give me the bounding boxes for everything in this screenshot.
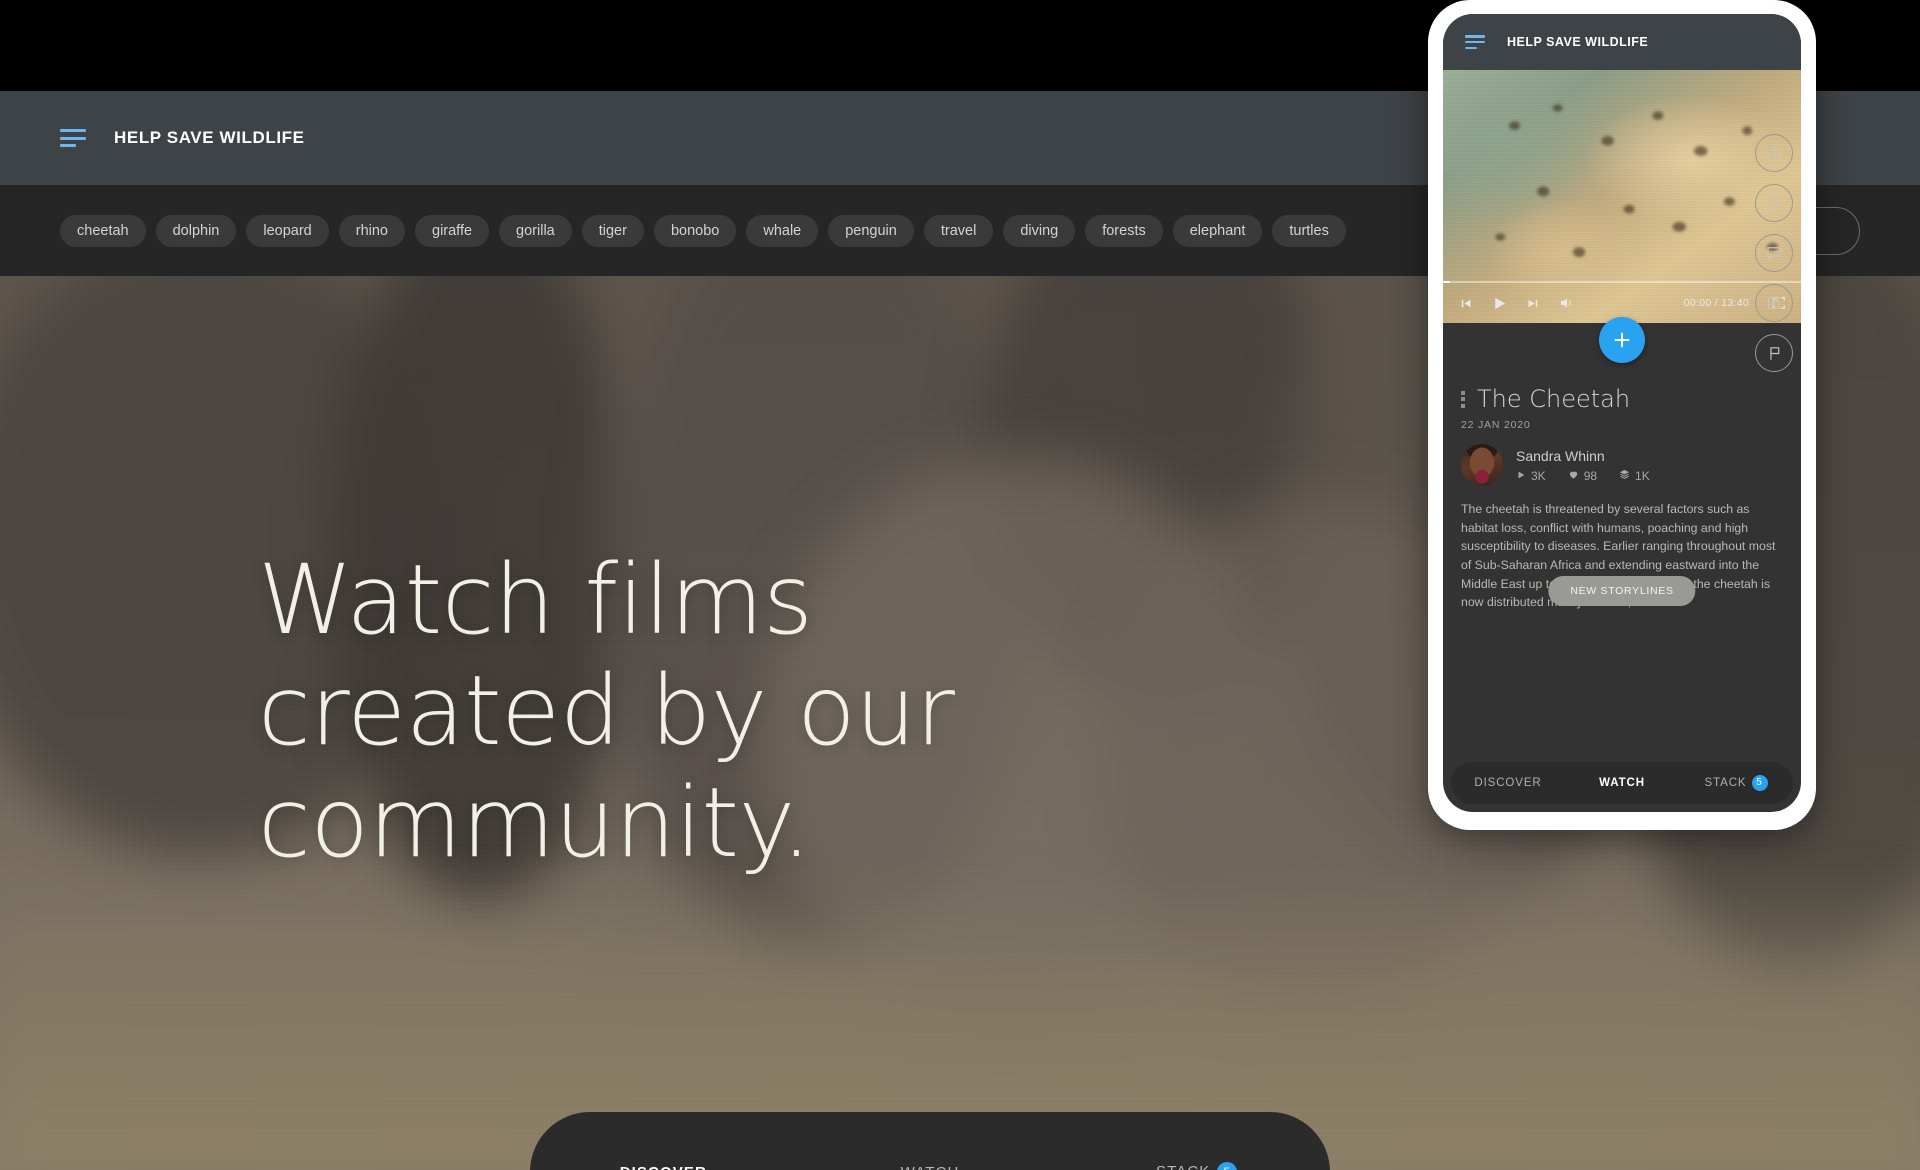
edit-icon[interactable] bbox=[1755, 284, 1793, 322]
bottom-nav-item-stack[interactable]: STACK 5 bbox=[1063, 1162, 1330, 1170]
story-date: 22 JAN 2020 bbox=[1461, 419, 1531, 431]
bottom-nav-label: WATCH bbox=[901, 1164, 960, 1170]
bottom-nav-label: DISCOVER bbox=[620, 1164, 707, 1170]
phone-stack-count-badge: 5 bbox=[1751, 775, 1768, 791]
avatar[interactable] bbox=[1461, 444, 1503, 486]
tag-pill[interactable]: elephant bbox=[1172, 214, 1263, 247]
tag-pill[interactable]: turtles bbox=[1272, 214, 1346, 247]
hero-headline-line-1: Watch films bbox=[258, 544, 813, 656]
tag-pill[interactable]: diving bbox=[1003, 214, 1076, 247]
hamburger-menu-icon[interactable] bbox=[1465, 35, 1485, 49]
views-count: 3K bbox=[1531, 468, 1546, 483]
tag-list: cheetah dolphin leopard rhino giraffe go… bbox=[60, 214, 1346, 247]
add-story-fab-button[interactable] bbox=[1599, 317, 1645, 363]
skip-previous-icon[interactable] bbox=[1453, 291, 1477, 315]
phone-tab-label: DISCOVER bbox=[1474, 777, 1542, 789]
bottom-navigation-bar: DISCOVER WATCH STACK 5 bbox=[530, 1112, 1330, 1170]
tag-pill[interactable]: whale bbox=[746, 214, 819, 247]
new-storylines-button[interactable]: NEW STORYLINES bbox=[1548, 576, 1696, 607]
share-icon[interactable] bbox=[1755, 134, 1793, 172]
tag-pill[interactable]: penguin bbox=[828, 214, 914, 247]
layers-icon bbox=[1619, 469, 1630, 483]
bottom-nav-item-watch[interactable]: WATCH bbox=[797, 1164, 1064, 1170]
comment-icon[interactable] bbox=[1755, 234, 1793, 272]
flag-icon[interactable] bbox=[1755, 334, 1793, 372]
stack-count-badge: 5 bbox=[1217, 1162, 1238, 1170]
story-title-row: The Cheetah bbox=[1461, 385, 1783, 413]
phone-mockup: HELP SAVE WILDLIFE 00:00 / 13:40 The Che… bbox=[1428, 0, 1816, 830]
author-row: Sandra Whinn 3K 98 1K bbox=[1461, 444, 1783, 486]
phone-bottom-tabs: DISCOVER WATCH STACK 5 bbox=[1451, 762, 1793, 804]
tag-pill[interactable]: forests bbox=[1085, 214, 1163, 247]
phone-app-header: HELP SAVE WILDLIFE bbox=[1443, 14, 1801, 70]
hero-headline-line-2: created by our bbox=[258, 655, 955, 768]
video-player[interactable]: 00:00 / 13:40 bbox=[1443, 70, 1801, 323]
skip-next-icon[interactable] bbox=[1521, 291, 1545, 315]
bottom-nav-label: STACK bbox=[1156, 1163, 1210, 1170]
tag-pill[interactable]: bonobo bbox=[653, 214, 737, 247]
action-rail bbox=[1755, 134, 1793, 372]
more-vertical-icon[interactable] bbox=[1461, 390, 1465, 408]
phone-tab-watch[interactable]: WATCH bbox=[1565, 777, 1679, 789]
stacks-stat: 1K bbox=[1619, 469, 1650, 483]
phone-tab-label: STACK bbox=[1704, 777, 1747, 790]
author-name: Sandra Whinn bbox=[1516, 447, 1605, 464]
app-screenshot: HELP SAVE WILDLIFE cheetah dolphin leopa… bbox=[0, 0, 1920, 1170]
tag-pill[interactable]: travel bbox=[923, 214, 994, 247]
play-icon[interactable] bbox=[1487, 291, 1511, 315]
volume-icon[interactable] bbox=[1555, 291, 1579, 315]
tag-pill[interactable]: rhino bbox=[338, 214, 405, 247]
phone-tab-stack[interactable]: STACK 5 bbox=[1679, 775, 1793, 791]
hero-headline: Watch films created by our community. bbox=[258, 544, 1238, 879]
heart-icon[interactable] bbox=[1755, 184, 1793, 222]
phone-tab-discover[interactable]: DISCOVER bbox=[1451, 777, 1565, 789]
story-title: The Cheetah bbox=[1477, 385, 1631, 413]
tag-pill[interactable]: gorilla bbox=[499, 214, 572, 247]
likes-stat: 98 bbox=[1568, 469, 1597, 483]
tag-pill[interactable]: leopard bbox=[246, 214, 329, 247]
story-stats: 3K 98 1K bbox=[1516, 469, 1650, 483]
story-content: The Cheetah 22 JAN 2020 Sandra Whinn 3K bbox=[1443, 385, 1801, 612]
tag-pill[interactable]: tiger bbox=[581, 214, 644, 247]
phone-brand-title: HELP SAVE WILDLIFE bbox=[1507, 35, 1649, 49]
likes-count: 98 bbox=[1583, 468, 1598, 483]
heart-icon bbox=[1568, 469, 1579, 483]
fab-row bbox=[1443, 317, 1801, 385]
hamburger-menu-icon[interactable] bbox=[60, 129, 86, 147]
hero-headline-line-3: community. bbox=[258, 766, 812, 879]
tag-pill[interactable]: cheetah bbox=[60, 214, 146, 247]
phone-screen: HELP SAVE WILDLIFE 00:00 / 13:40 The Che… bbox=[1443, 14, 1801, 812]
tag-pill[interactable]: giraffe bbox=[415, 214, 490, 247]
views-stat: 3K bbox=[1516, 469, 1546, 483]
play-icon bbox=[1516, 469, 1526, 483]
tag-pill[interactable]: dolphin bbox=[155, 214, 237, 247]
site-brand-title: HELP SAVE WILDLIFE bbox=[114, 128, 305, 147]
bottom-nav-item-discover[interactable]: DISCOVER bbox=[530, 1164, 797, 1170]
video-time-display: 00:00 / 13:40 bbox=[1683, 297, 1749, 309]
phone-tab-label: WATCH bbox=[1599, 777, 1645, 789]
stacks-count: 1K bbox=[1635, 468, 1650, 483]
